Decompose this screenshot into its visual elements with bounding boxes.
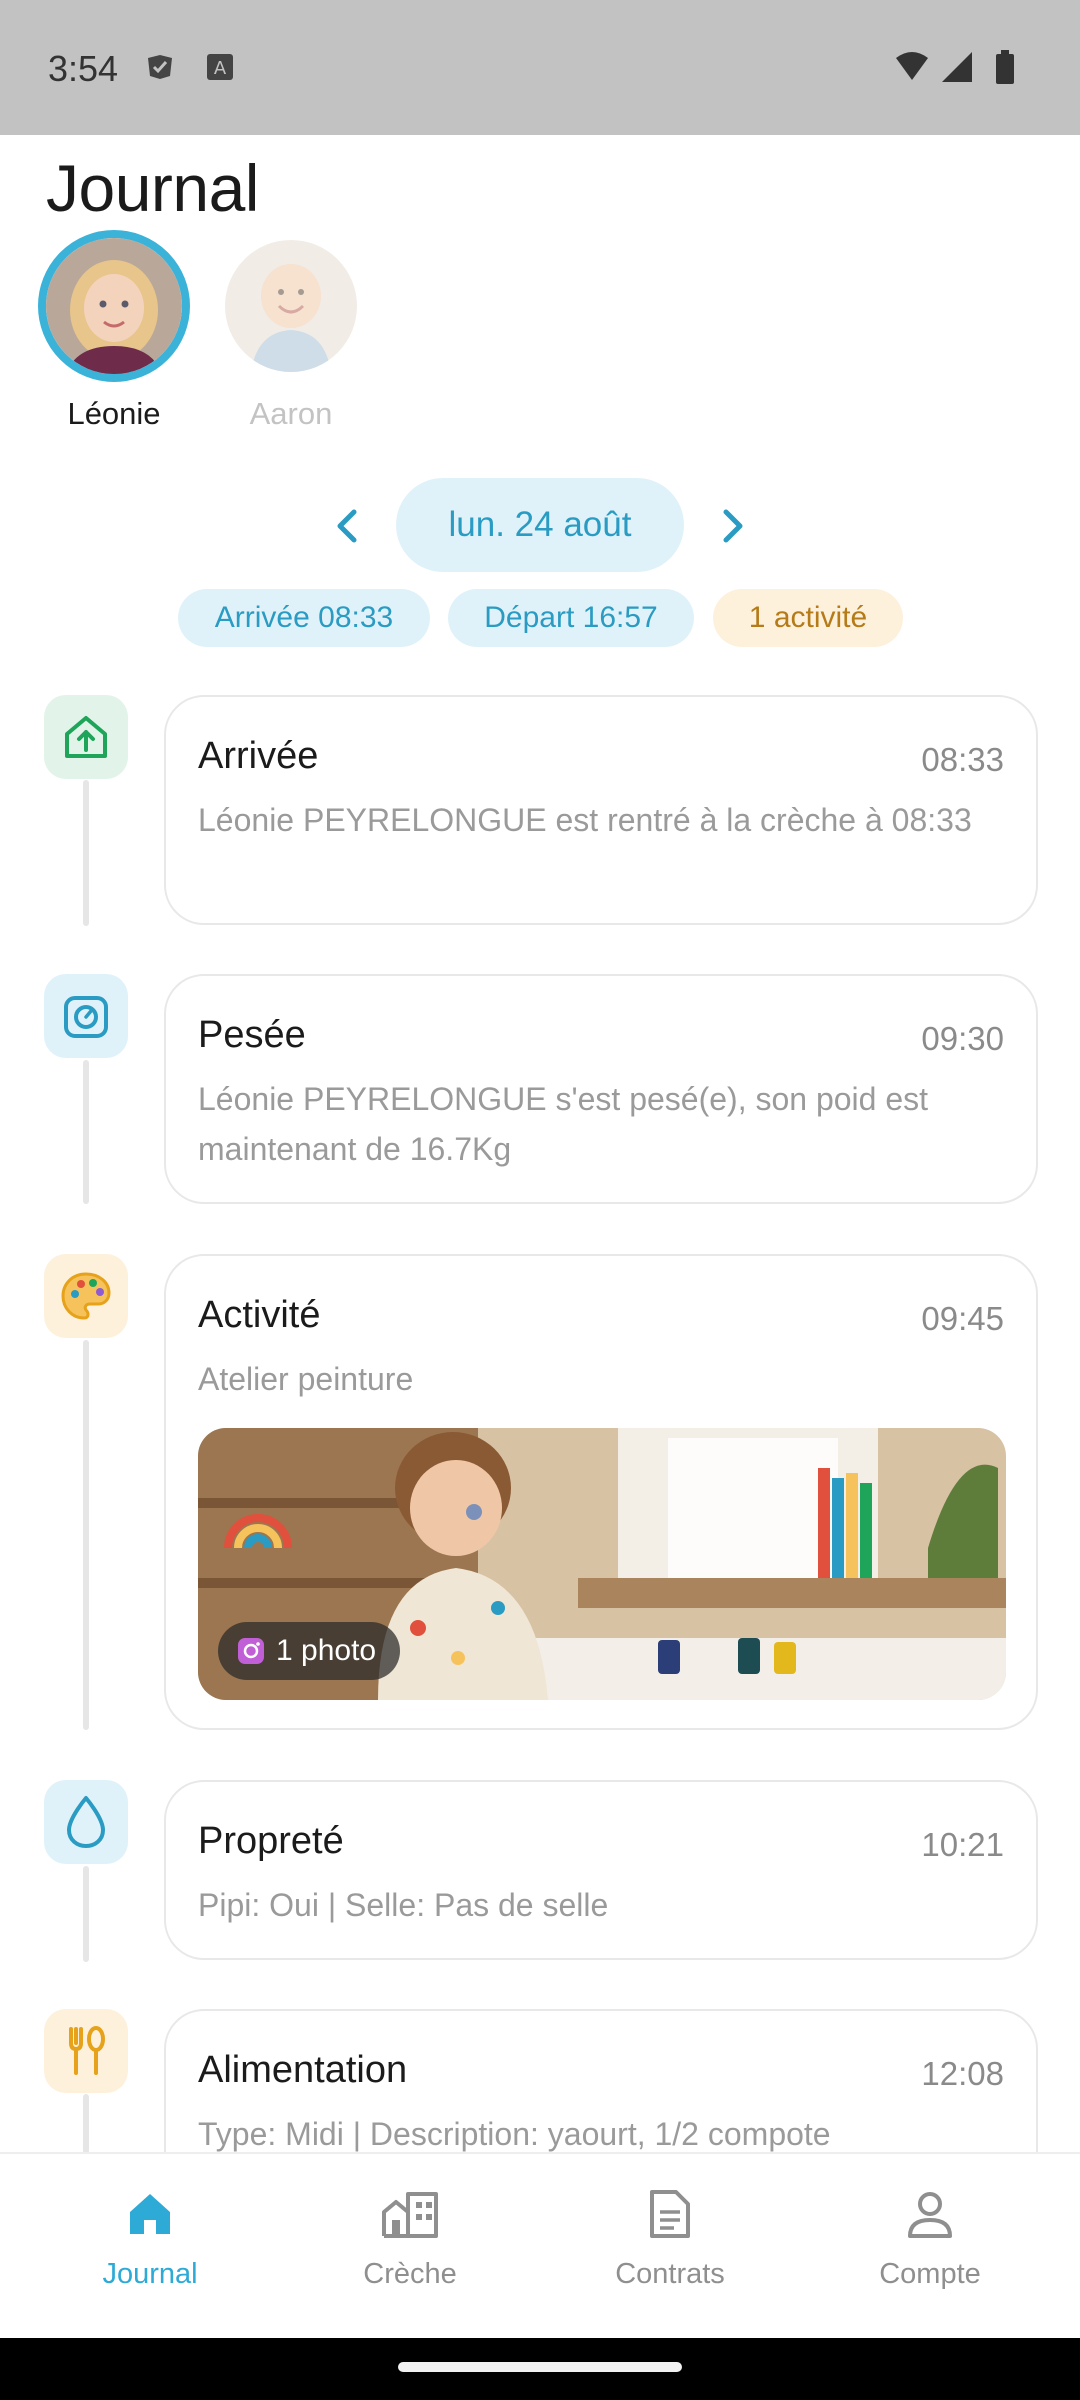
child-name: Aaron bbox=[249, 396, 333, 431]
home-gesture-handle[interactable] bbox=[398, 2362, 682, 2372]
card-description: Atelier peinture bbox=[198, 1361, 414, 1397]
nav-label: Compte bbox=[879, 2258, 981, 2290]
avatar[interactable] bbox=[225, 240, 357, 372]
activity-count-chip: 1 activité bbox=[713, 589, 903, 647]
nav-label: Contrats bbox=[615, 2258, 725, 2290]
camera-icon bbox=[238, 1638, 264, 1664]
departure-chip: Départ 16:57 bbox=[448, 589, 694, 647]
nav-contrats[interactable]: Contrats bbox=[570, 2184, 770, 2291]
bottom-navigation: Journal Crèche Contrats Compte bbox=[0, 2152, 1080, 2338]
card-title: Activité bbox=[198, 1294, 321, 1336]
building-icon bbox=[382, 2192, 438, 2238]
home-icon bbox=[130, 2194, 170, 2234]
nav-compte[interactable]: Compte bbox=[830, 2184, 1030, 2291]
system-icons bbox=[892, 48, 1032, 88]
timeline-card-arrival[interactable]: Arrivée 08:33 Léonie PEYRELONGUE est ren… bbox=[164, 695, 1038, 925]
card-time: 12:08 bbox=[921, 2055, 1004, 2092]
nav-label: Crèche bbox=[363, 2258, 457, 2290]
timeline-line bbox=[83, 1060, 89, 1204]
palette-icon bbox=[44, 1254, 128, 1338]
child-aaron[interactable]: Aaron bbox=[211, 230, 371, 432]
card-title: Propreté bbox=[198, 1820, 344, 1862]
nav-creche[interactable]: Crèche bbox=[310, 2184, 510, 2291]
font-a-icon: A bbox=[207, 54, 233, 80]
timeline-card-weighing[interactable]: Pesée 09:30 Léonie PEYRELONGUE s'est pes… bbox=[164, 974, 1038, 1204]
nav-label: Journal bbox=[102, 2258, 198, 2290]
page-title: Journal bbox=[46, 151, 259, 225]
house-arrow-up-icon bbox=[44, 695, 128, 779]
scale-icon bbox=[44, 974, 128, 1058]
timeline-card-hygiene[interactable]: Propreté 10:21 Pipi: Oui | Selle: Pas de… bbox=[164, 1780, 1038, 1960]
document-icon bbox=[650, 2190, 690, 2238]
avatar[interactable] bbox=[38, 230, 190, 382]
timeline-card-activity[interactable]: Activité 09:45 Atelier peinture 1 photo bbox=[164, 1254, 1038, 1730]
card-title: Alimentation bbox=[198, 2049, 408, 2091]
card-time: 08:33 bbox=[921, 741, 1004, 778]
chevron-left-icon bbox=[337, 509, 357, 543]
timeline-line bbox=[83, 2094, 89, 2154]
arrival-chip: Arrivée 08:33 bbox=[178, 589, 430, 647]
child-leonie[interactable]: Léonie bbox=[34, 230, 194, 432]
card-time: 09:45 bbox=[921, 1300, 1004, 1337]
next-day-button[interactable] bbox=[704, 498, 760, 554]
svg-text:A: A bbox=[214, 58, 227, 79]
photo-count-label: 1 photo bbox=[276, 1634, 377, 1667]
card-title: Pesée bbox=[198, 1014, 306, 1056]
card-time: 10:21 bbox=[921, 1826, 1004, 1863]
card-description: Léonie PEYRELONGUE s'est pesé(e), son po… bbox=[198, 1081, 929, 1167]
status-time: 3:54 bbox=[48, 48, 119, 89]
signal-icon bbox=[942, 52, 972, 82]
person-icon bbox=[908, 2192, 952, 2238]
timeline-line bbox=[83, 780, 89, 926]
gesture-bar bbox=[0, 2338, 1080, 2400]
card-description: Léonie PEYRELONGUE est rentré à la crèch… bbox=[198, 802, 972, 838]
timeline-line bbox=[83, 1866, 89, 1962]
prev-day-button[interactable] bbox=[320, 498, 376, 554]
wifi-icon bbox=[896, 52, 928, 80]
timeline-line bbox=[83, 1340, 89, 1730]
card-description: Pipi: Oui | Selle: Pas de selle bbox=[198, 1887, 609, 1923]
card-title: Arrivée bbox=[198, 735, 319, 777]
battery-icon bbox=[996, 54, 1014, 84]
task-check-icon bbox=[148, 55, 172, 79]
status-bar: 3:54 A bbox=[0, 0, 1080, 135]
child-name: Léonie bbox=[67, 396, 161, 431]
card-time: 09:30 bbox=[921, 1020, 1004, 1057]
photo-count-badge: 1 photo bbox=[218, 1622, 401, 1680]
date-selector[interactable]: lun. 24 août bbox=[396, 478, 684, 572]
utensils-icon bbox=[44, 2009, 128, 2093]
water-drop-icon bbox=[44, 1780, 128, 1864]
chevron-right-icon bbox=[723, 509, 743, 543]
nav-journal[interactable]: Journal bbox=[50, 2184, 250, 2291]
activity-photo[interactable]: 1 photo bbox=[198, 1428, 1006, 1700]
